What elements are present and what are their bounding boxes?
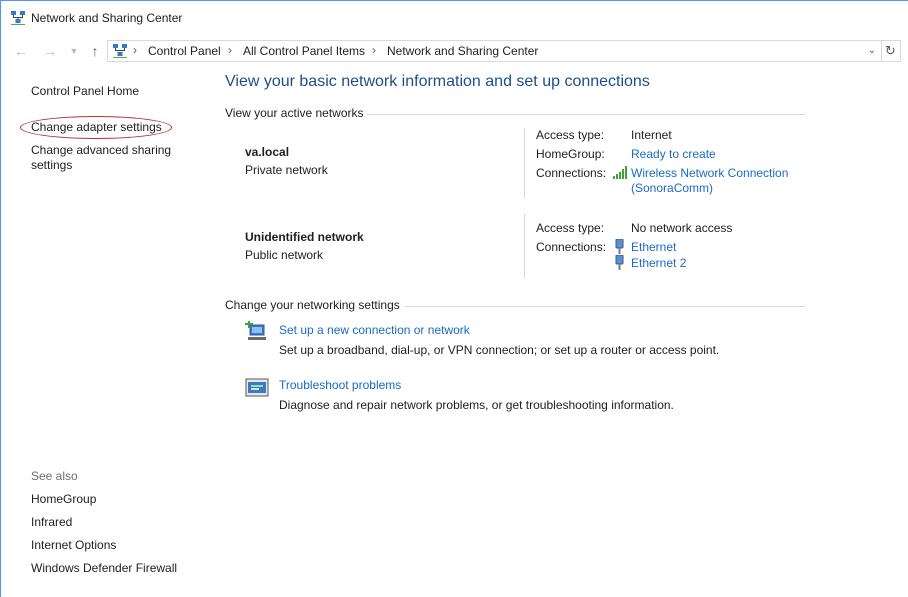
window-title: Network and Sharing Center <box>31 11 183 25</box>
connections-label: Connections: <box>536 166 607 180</box>
change-advanced-sharing-link-line2[interactable]: settings <box>31 158 72 173</box>
network-type: Public network <box>245 248 324 262</box>
vertical-divider <box>524 214 525 278</box>
connections-label: Connections: <box>536 240 607 254</box>
access-type-value: No network access <box>631 221 733 235</box>
set-up-connection-link[interactable]: Set up a new connection or network <box>279 323 470 337</box>
infrared-link[interactable]: Infrared <box>31 515 72 530</box>
up-arrow-icon[interactable]: ↑ <box>86 42 104 60</box>
address-bar[interactable]: › Control Panel › All Control Panel Item… <box>107 40 882 62</box>
control-panel-home-link[interactable]: Control Panel Home <box>31 84 139 99</box>
active-networks-heading: View your active networks <box>225 106 364 120</box>
network-type: Private network <box>245 163 328 177</box>
title-bar: Network and Sharing Center <box>1 1 908 35</box>
ethernet-2-link[interactable]: Ethernet 2 <box>631 256 686 270</box>
access-type-value: Internet <box>631 128 672 142</box>
troubleshoot-icon <box>245 378 269 397</box>
back-arrow-icon[interactable]: ← <box>12 42 30 60</box>
troubleshoot-problems-link[interactable]: Troubleshoot problems <box>279 378 401 392</box>
wireless-connection-link[interactable]: Wireless Network Connection <box>631 166 788 180</box>
homegroup-link[interactable]: HomeGroup <box>31 492 96 507</box>
wireless-connection-link-ssid[interactable]: (SonoraComm) <box>631 181 713 195</box>
network-name: Unidentified network <box>245 230 364 244</box>
windows-defender-firewall-link[interactable]: Windows Defender Firewall <box>31 561 177 576</box>
homegroup-ready-link[interactable]: Ready to create <box>631 147 716 161</box>
internet-options-link[interactable]: Internet Options <box>31 538 116 553</box>
page-title: View your basic network information and … <box>225 73 650 90</box>
vertical-divider <box>524 128 525 198</box>
network-name: va.local <box>245 145 290 159</box>
breadcrumb-network-center[interactable]: Network and Sharing Center <box>387 44 538 58</box>
breadcrumb-separator-icon[interactable]: › <box>228 43 232 57</box>
new-connection-icon <box>245 321 266 340</box>
navigation-bar: ← → ▼ ↑ › Control Panel › All Control Pa… <box>1 38 908 64</box>
networking-settings-heading: Change your networking settings <box>225 298 400 312</box>
see-also-heading: See also <box>31 469 78 483</box>
control-panel-icon <box>113 44 127 58</box>
change-adapter-settings-link[interactable]: Change adapter settings <box>31 120 162 135</box>
breadcrumb-separator-icon[interactable]: › <box>372 43 376 57</box>
set-up-connection-description: Set up a broadband, dial-up, or VPN conn… <box>279 343 720 357</box>
troubleshoot-description: Diagnose and repair network problems, or… <box>279 398 674 412</box>
homegroup-label: HomeGroup: <box>536 147 605 161</box>
section-divider <box>367 114 805 115</box>
wifi-signal-icon <box>613 166 627 179</box>
ethernet-icon <box>615 255 624 270</box>
ethernet-link[interactable]: Ethernet <box>631 240 676 254</box>
address-dropdown-icon[interactable]: ⌄ <box>865 42 879 60</box>
change-advanced-sharing-link[interactable]: Change advanced sharing <box>31 143 171 158</box>
network-center-icon <box>11 11 25 25</box>
breadcrumb-control-panel[interactable]: Control Panel <box>148 44 221 58</box>
forward-arrow-icon[interactable]: → <box>41 42 59 60</box>
breadcrumb-all-items[interactable]: All Control Panel Items <box>243 44 365 58</box>
ethernet-icon <box>615 239 624 254</box>
access-type-label: Access type: <box>536 128 605 142</box>
recent-locations-chevron-icon[interactable]: ▼ <box>65 42 83 60</box>
breadcrumb-separator-icon[interactable]: › <box>133 43 137 57</box>
access-type-label: Access type: <box>536 221 605 235</box>
refresh-icon[interactable]: ↻ <box>881 40 901 62</box>
window: Network and Sharing Center ← → ▼ ↑ › Con… <box>0 0 908 597</box>
section-divider <box>405 306 805 307</box>
